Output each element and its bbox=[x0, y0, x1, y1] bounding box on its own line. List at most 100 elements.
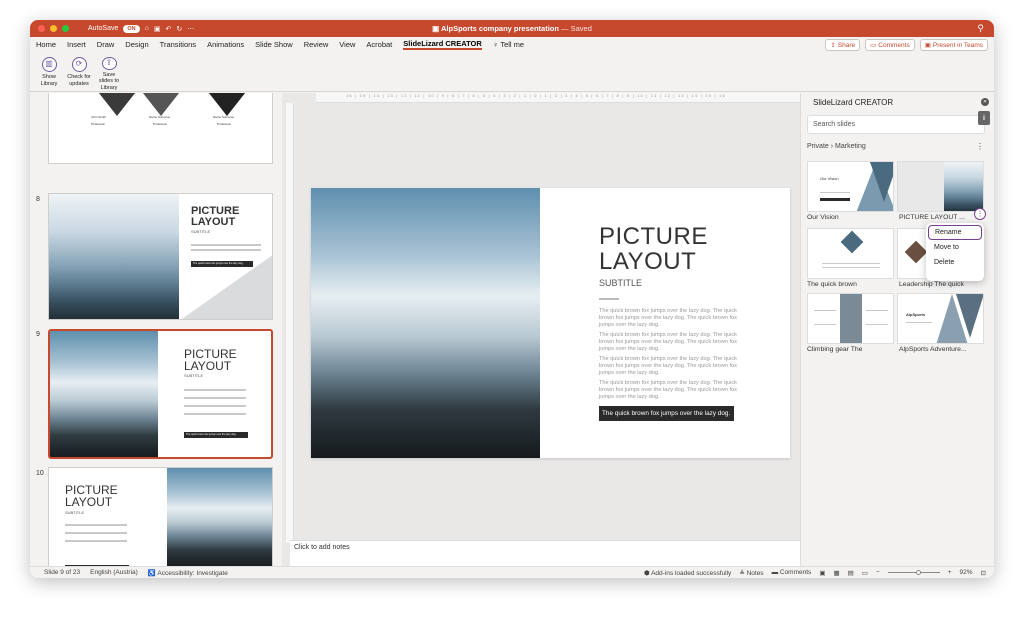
redo-icon[interactable]: ↻ bbox=[176, 25, 182, 33]
saved-status: — Saved bbox=[561, 24, 592, 33]
slide-thumbnail-10[interactable]: PICTURE LAYOUT SUBTITLE bbox=[48, 467, 273, 566]
tab-slidelizard-creator[interactable]: SlideLizard CREATOR bbox=[403, 39, 482, 50]
library-slide-label[interactable]: AlpSports Adventure... bbox=[899, 346, 989, 353]
info-icon[interactable]: i bbox=[978, 111, 990, 125]
slide-cta-box[interactable]: The quick brown fox jumps over the lazy … bbox=[599, 406, 734, 421]
tab-transitions[interactable]: Transitions bbox=[160, 40, 196, 49]
slide-title[interactable]: PICTURE LAYOUT bbox=[599, 224, 708, 274]
search-icon[interactable]: ⚲ bbox=[977, 23, 984, 34]
diamond-photo bbox=[840, 230, 864, 254]
slide-thumbnail-8[interactable]: PICTURE LAYOUT SUBTITLE The quick brown … bbox=[48, 193, 273, 320]
reading-view-icon[interactable]: ▤ bbox=[848, 569, 854, 577]
thumb-cta bbox=[820, 198, 850, 201]
slide-title-line-1: PICTURE bbox=[599, 223, 708, 250]
library-slide-label[interactable]: Our Vision bbox=[807, 214, 897, 221]
menu-item-move-to[interactable]: Move to bbox=[926, 240, 984, 255]
notes-field[interactable]: Click to add notes bbox=[290, 540, 800, 566]
autosave-toggle[interactable]: ON bbox=[123, 24, 140, 33]
panel-title: SlideLizard CREATOR bbox=[813, 98, 894, 107]
notes-button[interactable]: ≜ Notes bbox=[739, 569, 763, 577]
thumb-title: LAYOUT bbox=[191, 216, 236, 228]
more-icon[interactable]: ⋯ bbox=[187, 25, 194, 33]
folder-more-icon[interactable]: ⋮ bbox=[976, 142, 984, 151]
library-slide-thumb[interactable] bbox=[807, 293, 894, 344]
library-slide-thumb[interactable] bbox=[897, 161, 984, 212]
library-slide-label[interactable]: Climbing gear The bbox=[807, 346, 897, 353]
accessibility-icon: ♿ bbox=[147, 569, 156, 577]
tab-slide-show[interactable]: Slide Show bbox=[255, 40, 293, 49]
breadcrumb-private[interactable]: Private bbox=[807, 143, 829, 150]
home-icon[interactable]: ⌂ bbox=[145, 25, 149, 32]
vertical-photo bbox=[840, 294, 862, 343]
zoom-in-icon[interactable]: + bbox=[948, 569, 952, 576]
comments-button[interactable]: ▭ Comments bbox=[865, 39, 915, 51]
zoom-slider[interactable] bbox=[887, 570, 940, 575]
library-slide-label[interactable]: PICTURE LAYOUT ... bbox=[899, 214, 971, 221]
library-slide-label[interactable]: The quick brown bbox=[807, 281, 897, 288]
close-icon[interactable]: ✕ bbox=[981, 98, 989, 106]
maximize-window-button[interactable] bbox=[62, 25, 69, 32]
tab-view[interactable]: View bbox=[339, 40, 355, 49]
slide-sorter-icon[interactable]: ▦ bbox=[833, 569, 839, 577]
close-window-button[interactable] bbox=[38, 25, 45, 32]
library-slide-thumb[interactable]: AlpSports bbox=[897, 293, 984, 344]
tab-animations[interactable]: Animations bbox=[207, 40, 244, 49]
breadcrumb-marketing[interactable]: Marketing bbox=[835, 143, 866, 150]
library-slide-thumb[interactable] bbox=[807, 228, 894, 279]
save-slides-button[interactable]: ⇪ Save slides to Library bbox=[96, 57, 122, 91]
search-slides-input[interactable]: Search slides bbox=[807, 115, 985, 134]
slide-editor[interactable]: 16 | 15 | 14 | 13 | 12 | 11 | 10 | 9 | 8… bbox=[282, 93, 800, 566]
tab-draw[interactable]: Draw bbox=[97, 40, 115, 49]
tab-home[interactable]: Home bbox=[36, 40, 56, 49]
tell-me-label: Tell me bbox=[500, 40, 525, 49]
mountain-image bbox=[167, 468, 272, 566]
save-slides-label: Save slides to Library bbox=[98, 71, 120, 91]
slide-subtitle[interactable]: SUBTITLE bbox=[599, 278, 642, 288]
slide-paragraph[interactable]: The quick brown fox jumps over the lazy … bbox=[599, 332, 751, 353]
slide-paragraph[interactable]: The quick brown fox jumps over the lazy … bbox=[599, 380, 751, 401]
library-slide-thumb[interactable]: Our Vision bbox=[807, 161, 894, 212]
show-library-button[interactable]: ▥ Show Library bbox=[36, 57, 62, 91]
tab-review[interactable]: Review bbox=[304, 40, 329, 49]
zoom-level[interactable]: 92% bbox=[960, 569, 973, 576]
language[interactable]: English (Austria) bbox=[90, 569, 138, 577]
zoom-out-icon[interactable]: − bbox=[876, 569, 880, 576]
zoom-slider-knob[interactable] bbox=[915, 570, 921, 575]
share-button[interactable]: ⇪ Share bbox=[825, 39, 861, 51]
text-placeholder bbox=[184, 413, 246, 415]
slideshow-view-icon[interactable]: ▭ bbox=[862, 569, 868, 577]
slide-context-menu: Rename Move to Delete bbox=[926, 223, 984, 281]
tab-insert[interactable]: Insert bbox=[67, 40, 86, 49]
slide-options-icon[interactable]: ⋮ bbox=[974, 208, 986, 220]
notes-icon: ≜ bbox=[739, 569, 745, 577]
comments-status-button[interactable]: ▬ Comments bbox=[772, 569, 812, 576]
thumb-cta: The quick brown fox jumps over the lazy … bbox=[191, 261, 253, 267]
undo-icon[interactable]: ↶ bbox=[165, 25, 171, 33]
fit-to-window-icon[interactable]: ⊡ bbox=[981, 569, 986, 577]
minimize-window-button[interactable] bbox=[50, 25, 57, 32]
check-updates-button[interactable]: ⟳ Check for updates bbox=[66, 57, 92, 91]
slide-mountain-image[interactable] bbox=[311, 188, 540, 458]
slide-thumbnail-7[interactable]: John Smith Profession Name Surname Profe… bbox=[48, 93, 273, 164]
slide-thumbnails-pane[interactable]: John Smith Profession Name Surname Profe… bbox=[30, 93, 282, 566]
slide-paragraph[interactable]: The quick brown fox jumps over the lazy … bbox=[599, 356, 751, 377]
accessibility-status[interactable]: ♿ Accessibility: Investigate bbox=[148, 569, 228, 577]
slide-thumbnail-9[interactable]: PICTURE LAYOUT SUBTITLE The quick brown … bbox=[48, 329, 273, 459]
slide-paragraph[interactable]: The quick brown fox jumps over the lazy … bbox=[599, 308, 751, 329]
text-placeholder bbox=[184, 397, 246, 399]
tab-design[interactable]: Design bbox=[125, 40, 148, 49]
mountain-image bbox=[50, 331, 158, 457]
present-in-teams-button[interactable]: ▣ Present in Teams bbox=[919, 39, 988, 51]
menu-item-rename[interactable]: Rename bbox=[928, 225, 982, 240]
library-slide-label[interactable]: Leadership The quick bbox=[899, 281, 989, 288]
tab-acrobat[interactable]: Acrobat bbox=[366, 40, 392, 49]
triangle-photo bbox=[139, 93, 183, 116]
horizontal-ruler: 16 | 15 | 14 | 13 | 12 | 11 | 10 | 9 | 8… bbox=[316, 93, 800, 103]
team-role: Profession bbox=[217, 122, 232, 126]
tell-me[interactable]: ♀ Tell me bbox=[493, 40, 524, 49]
check-updates-label: Check for updates bbox=[67, 74, 91, 87]
normal-view-icon[interactable]: ▣ bbox=[819, 569, 825, 577]
current-slide[interactable]: PICTURE LAYOUT SUBTITLE The quick brown … bbox=[311, 188, 790, 458]
save-icon[interactable]: ▣ bbox=[154, 25, 161, 33]
menu-item-delete[interactable]: Delete bbox=[926, 255, 984, 270]
